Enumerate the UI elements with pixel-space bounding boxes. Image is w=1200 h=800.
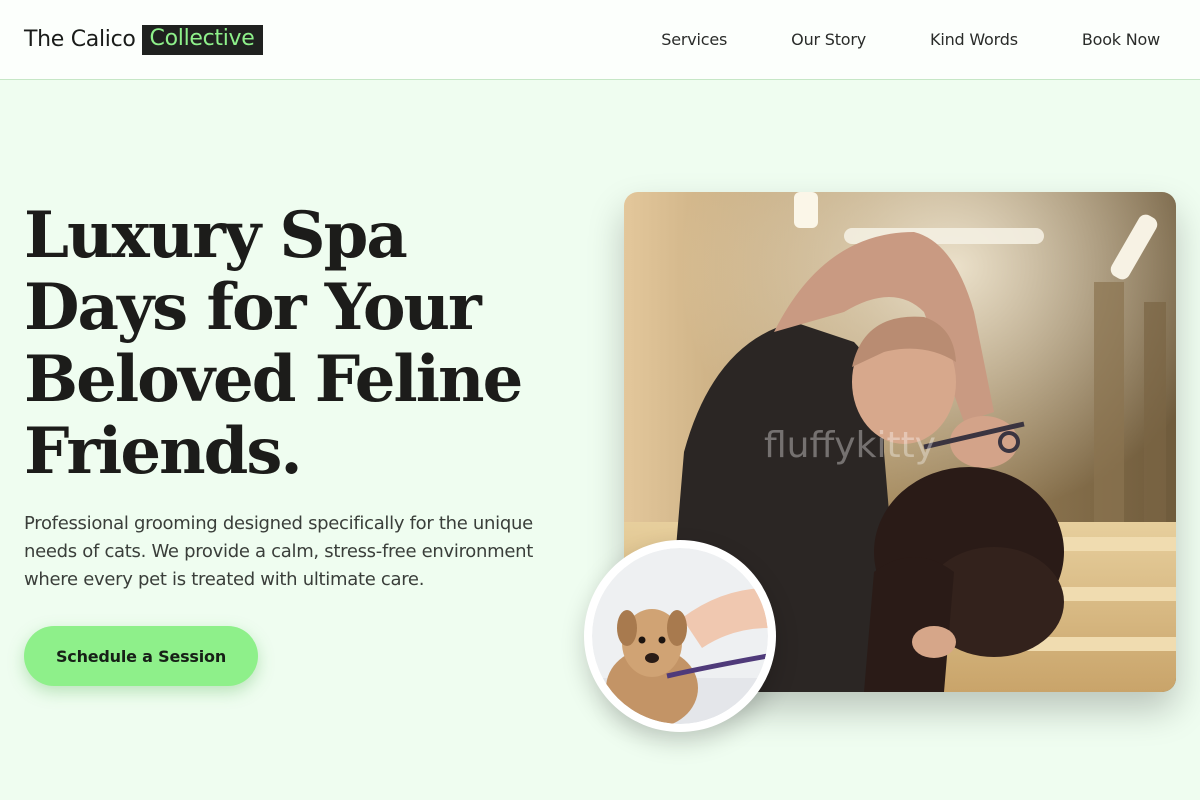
brand-name-plain: The Calico	[24, 27, 136, 52]
nav-item-our-story[interactable]: Our Story	[791, 30, 866, 49]
site-header: The Calico Collective Services Our Story…	[0, 0, 1200, 80]
hero-title-line: Luxury Spa	[24, 198, 408, 273]
nav-item-book-now[interactable]: Book Now	[1082, 30, 1160, 49]
hero-title-line: Days for Your	[24, 270, 482, 345]
hero-title-line: Beloved Feline	[24, 342, 523, 417]
schedule-session-button[interactable]: Schedule a Session	[24, 626, 258, 686]
nav-item-services[interactable]: Services	[661, 30, 727, 49]
wet-dog-bath-photo	[584, 540, 776, 732]
brand-logo[interactable]: The Calico Collective	[24, 24, 263, 55]
hero-title: Luxury Spa Days for Your Beloved Feline …	[24, 200, 584, 488]
main-nav: Services Our Story Kind Words Book Now	[597, 30, 1160, 49]
nav-item-kind-words[interactable]: Kind Words	[930, 30, 1018, 49]
hero-title-line: Friends.	[24, 414, 303, 489]
watermark-text: fluffykitty	[764, 425, 936, 466]
hero-subtitle: Professional grooming designed specifica…	[24, 513, 533, 590]
brand-name-highlight: Collective	[141, 24, 263, 55]
